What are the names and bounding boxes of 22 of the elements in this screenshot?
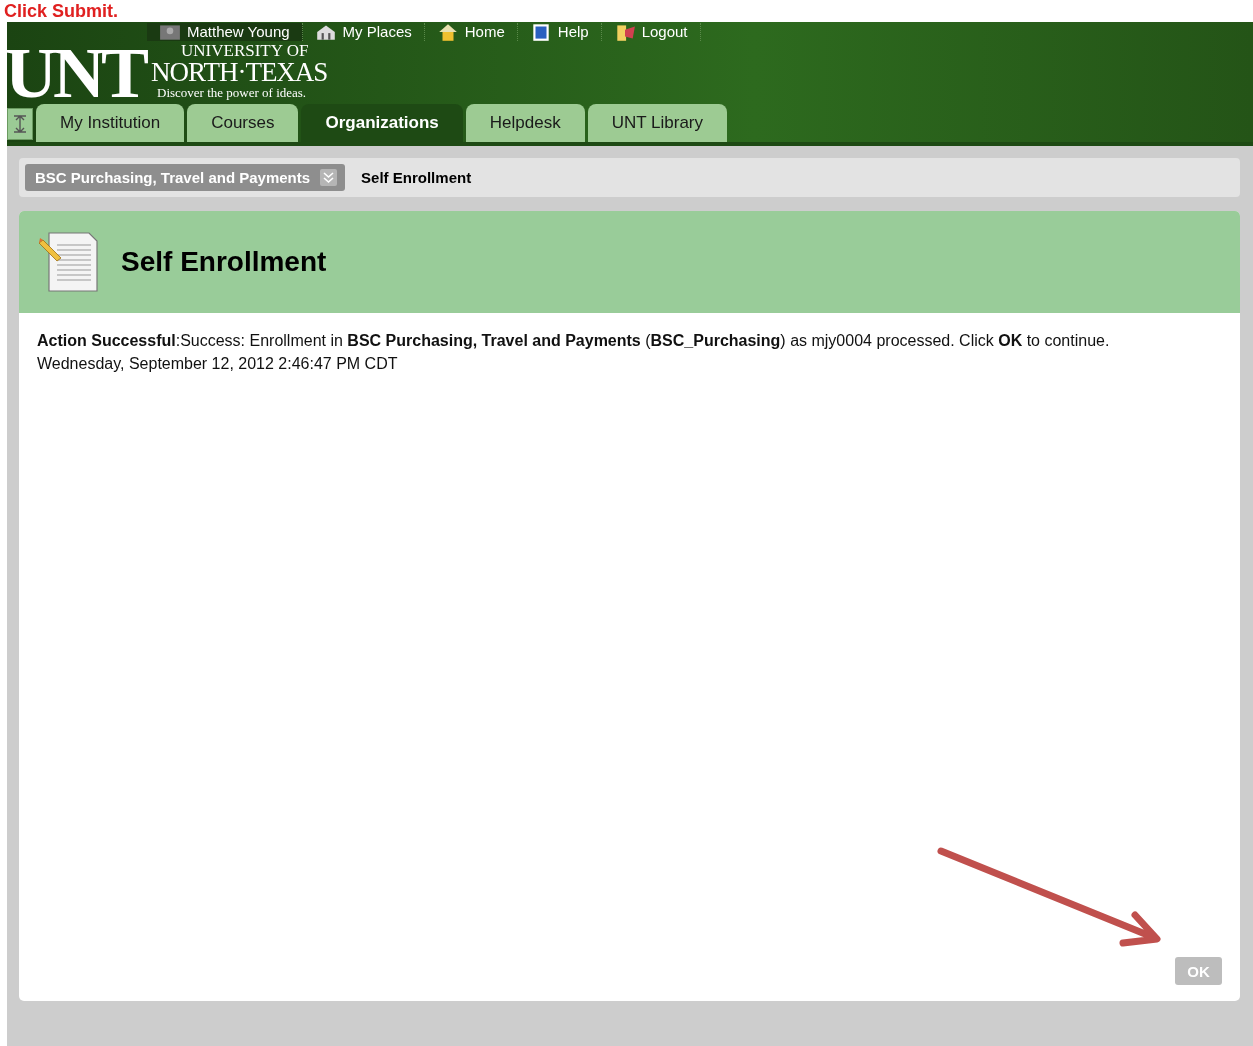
resize-icon[interactable] [7, 108, 33, 140]
nav-tab[interactable]: UNT Library [587, 104, 728, 142]
caret-icon[interactable] [320, 169, 338, 186]
annotation-caption: Click Submit. [4, 1, 119, 21]
logo-mark: UNT [5, 43, 145, 103]
logo-text: NORTH·TEXAS [151, 59, 328, 85]
timestamp: Wednesday, September 12, 2012 2:46:47 PM CDT [37, 354, 399, 374]
nav-link[interactable]: Logout [641, 23, 688, 40]
success-message: Action Successful:Success: Enrollment in BSC Purchasing, Travel and Payments (BSC_Purchasing) as mjy0004 processed. Click OK to continue. [37, 331, 1111, 351]
document-icon [37, 231, 101, 293]
user-icon [159, 22, 181, 41]
nav-link[interactable]: Help [557, 23, 589, 40]
nav-tab[interactable]: My Institution [36, 104, 185, 142]
nav-tab[interactable]: Organizations [301, 104, 463, 142]
logo-text: UNIVERSITY OF [181, 43, 310, 59]
nav-tab[interactable]: Courses [187, 104, 299, 142]
page-title: Self Enrollment [121, 246, 327, 278]
logo-tagline: Discover the power of ideas. [157, 85, 308, 101]
nav-tab[interactable]: Helpdesk [465, 104, 585, 142]
nav-link[interactable]: Home [464, 23, 505, 40]
nav-link[interactable]: My Places [342, 23, 412, 40]
breadcrumb-current: Self Enrollment [361, 169, 472, 186]
